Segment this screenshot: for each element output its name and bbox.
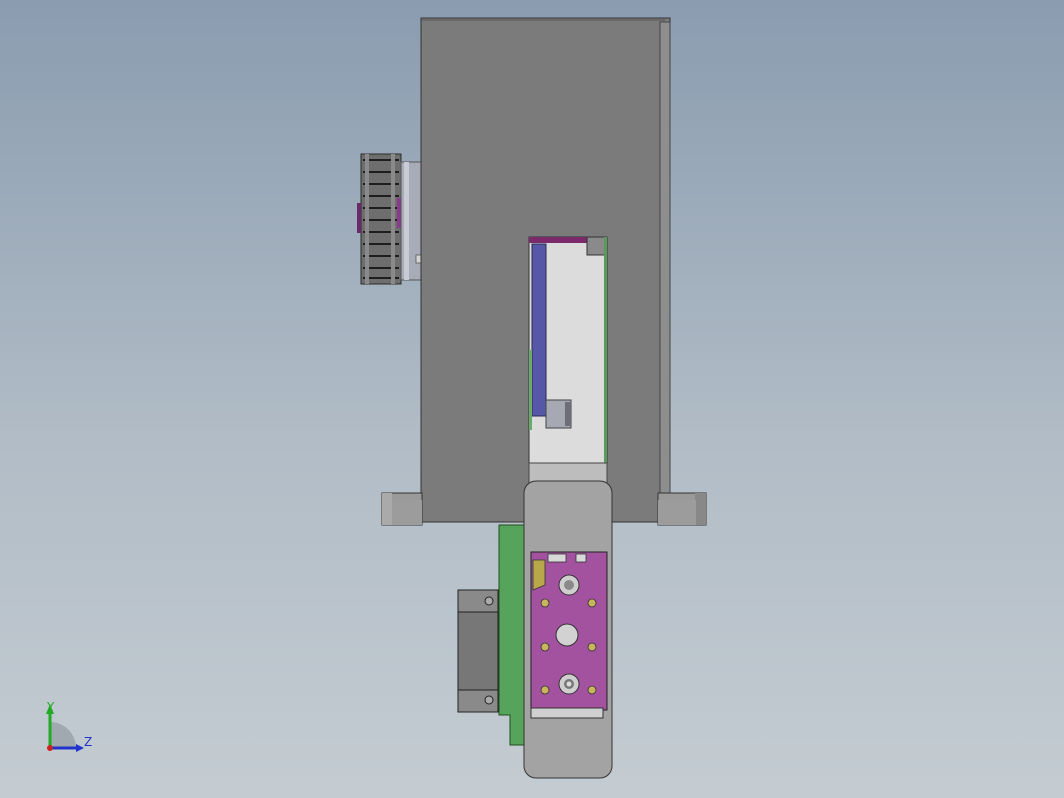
housing-window[interactable] <box>528 236 608 464</box>
axis-y-label: Y <box>46 700 55 714</box>
coordinate-triad: Y Z <box>46 700 92 752</box>
cad-model-view[interactable]: Y Z <box>0 0 1064 798</box>
graphics-viewport[interactable]: Y Z <box>0 0 1064 798</box>
side-connector[interactable] <box>457 589 499 713</box>
timing-pulley[interactable] <box>357 153 423 285</box>
mounting-plate[interactable] <box>530 551 608 719</box>
axis-z-label: Z <box>84 735 92 749</box>
